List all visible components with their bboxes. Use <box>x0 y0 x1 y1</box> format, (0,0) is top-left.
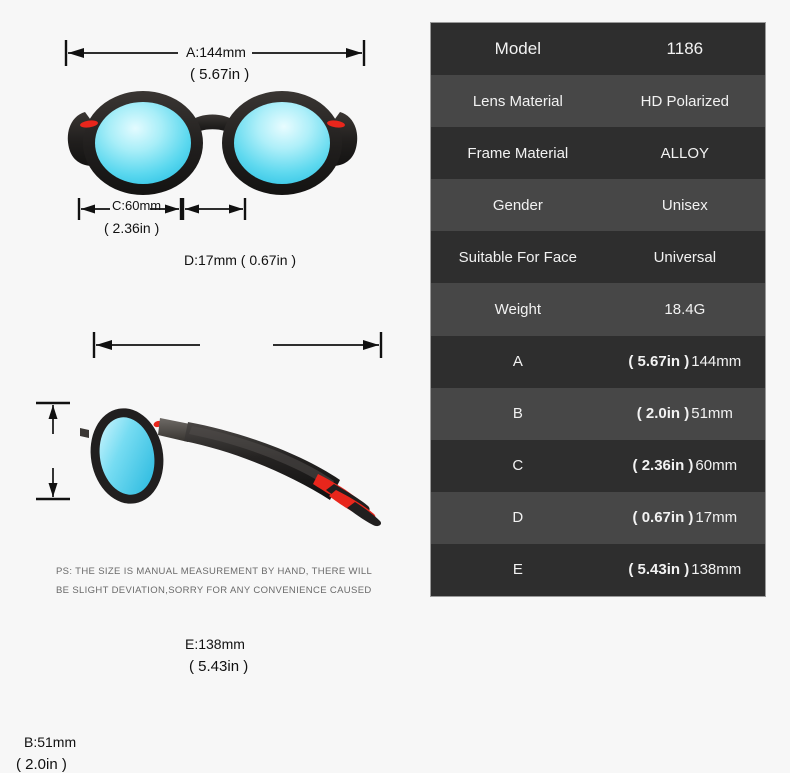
spec-label: Model <box>494 39 541 59</box>
table-row: Gender Unisex <box>431 179 765 232</box>
dimension-b-mm-label: B:51mm <box>24 734 77 750</box>
table-row: Suitable For Face Universal <box>431 231 765 284</box>
table-row: Weight 18.4G <box>431 283 765 336</box>
spec-value: 18.4G <box>664 301 706 319</box>
spec-value: ( 2.0in ) 51mm <box>605 405 765 422</box>
spec-value: HD Polarized <box>640 92 730 110</box>
spec-label: Suitable For Face <box>458 248 578 266</box>
measure-mm: 144mm <box>691 353 742 371</box>
spec-value: Universal <box>653 248 717 266</box>
spec-label: Frame Material <box>467 144 569 162</box>
spec-value: ( 5.67in ) 144mm <box>605 353 765 370</box>
measure-inches: ( 0.67in ) <box>632 509 694 527</box>
table-row: D ( 0.67in ) 17mm <box>431 491 765 544</box>
dimension-line-e <box>92 332 383 358</box>
diagram-panel: A:144mm ( 5.67in ) C:60mm (2.36in) D:1… <box>0 0 420 773</box>
dimension-c-inch-label: ( 2.36in ) <box>104 220 160 236</box>
spec-label: E <box>512 561 523 579</box>
sunglasses-side-image <box>80 408 382 527</box>
measure-inches: ( 2.36in ) <box>632 457 694 475</box>
table-row: A ( 5.67in ) 144mm <box>431 335 765 388</box>
spec-value: ( 2.36in ) 60mm <box>605 457 765 474</box>
measure-mm: 17mm <box>695 509 738 527</box>
spec-value: ( 0.67in ) 17mm <box>605 509 765 526</box>
dimension-b-inch-label: ( 2.0in ) <box>16 756 67 773</box>
dimension-a-mm-label: A:144mm <box>186 44 246 60</box>
disclaimer-line-1: PS: THE SIZE IS MANUAL MEASUREMENT BY HA… <box>56 566 373 577</box>
spec-value: ( 5.43in ) 138mm <box>605 561 765 578</box>
side-view-group: E:138mm ( 5.43in ) B:51mm ( 2.0in ) <box>0 300 420 773</box>
spec-label: Weight <box>494 301 542 319</box>
spec-label: D <box>512 509 524 527</box>
dimension-d-label: D:17mm ( 0.67in ) <box>184 252 297 268</box>
spec-value: Unisex <box>661 196 708 214</box>
measure-mm: 51mm <box>691 405 733 423</box>
measure-inches: ( 5.67in ) <box>628 353 690 371</box>
front-view-group: A:144mm ( 5.67in ) C:60mm (2.36in) D:1… <box>0 0 420 300</box>
spec-value: 1186 <box>666 39 704 59</box>
dimension-c-mm-label: C:60mm <box>112 198 162 213</box>
table-row: E ( 5.43in ) 138mm <box>431 543 765 597</box>
spec-label: A <box>512 353 523 371</box>
measure-inches: ( 2.0in ) <box>636 405 690 423</box>
spec-label: B <box>512 405 523 423</box>
table-row: Model 1186 <box>431 23 765 76</box>
spec-label: Gender <box>492 196 543 214</box>
spec-label: C <box>512 457 524 475</box>
specification-table: Model 1186 Lens Material HD Polarized Fr… <box>430 22 766 597</box>
measure-mm: 138mm <box>691 561 742 579</box>
measure-mm: 60mm <box>695 457 738 475</box>
table-row: Frame Material ALLOY <box>431 127 765 180</box>
table-row: C ( 2.36in ) 60mm <box>431 439 765 492</box>
spec-label: Lens Material <box>472 92 563 110</box>
sunglasses-front-image <box>67 91 358 195</box>
table-row: Lens Material HD Polarized <box>431 75 765 128</box>
dimension-line-d <box>181 198 247 220</box>
dimension-e-inch-label: ( 5.43in ) <box>189 658 249 675</box>
measure-inches: ( 5.43in ) <box>628 561 690 579</box>
spec-value: ALLOY <box>660 144 710 162</box>
dimension-line-b <box>36 401 70 501</box>
table-row: B ( 2.0in ) 51mm <box>431 387 765 440</box>
disclaimer-line-2: BE SLIGHT DEVIATION,SORRY FOR ANY CONVEN… <box>56 585 372 596</box>
dimension-e-mm-label: E:138mm <box>185 636 245 652</box>
dimension-a-inch-label: ( 5.67in ) <box>190 66 250 83</box>
measurement-disclaimer: PS: THE SIZE IS MANUAL MEASUREMENT BY HA… <box>56 562 406 600</box>
